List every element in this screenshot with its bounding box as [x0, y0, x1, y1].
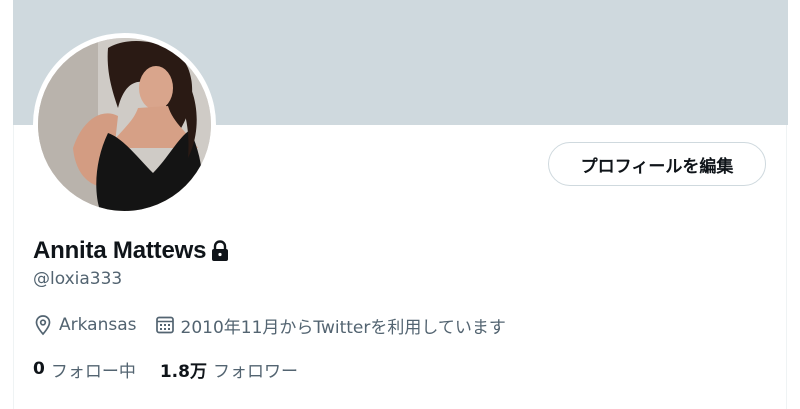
name-row: Annita Mattews: [33, 234, 230, 268]
user-handle: @loxia333: [33, 269, 123, 289]
edit-profile-button[interactable]: プロフィールを編集: [548, 142, 766, 186]
profile-meta: Arkansas 2010年11月からTwitterを利用しています: [33, 311, 506, 339]
followers-link[interactable]: 1.8万 フォロワー: [160, 357, 298, 382]
lock-icon: [210, 240, 230, 262]
left-column-border: [0, 0, 14, 409]
location-text: Arkansas: [59, 315, 137, 335]
following-link[interactable]: 0 フォロー中: [33, 357, 136, 382]
location-item: Arkansas: [33, 314, 137, 336]
joined-text: 2010年11月からTwitterを利用しています: [180, 317, 506, 338]
followers-count: 1.8万: [159, 361, 207, 382]
followers-label: フォロワー: [212, 361, 298, 382]
following-count: 0: [33, 359, 45, 379]
calendar-icon: [155, 315, 175, 335]
profile-page: プロフィールを編集 Annita Mattews @loxia333 Arkan…: [0, 0, 800, 409]
following-label: フォロー中: [50, 361, 136, 382]
joined-item: 2010年11月からTwitterを利用しています: [155, 313, 506, 338]
avatar-photo: [38, 38, 211, 211]
follow-stats: 0 フォロー中 1.8万 フォロワー: [33, 355, 298, 383]
right-column-border: [786, 0, 800, 409]
map-pin-icon: [33, 314, 53, 336]
display-name: Annita Mattews: [33, 237, 207, 264]
avatar[interactable]: [38, 38, 211, 211]
